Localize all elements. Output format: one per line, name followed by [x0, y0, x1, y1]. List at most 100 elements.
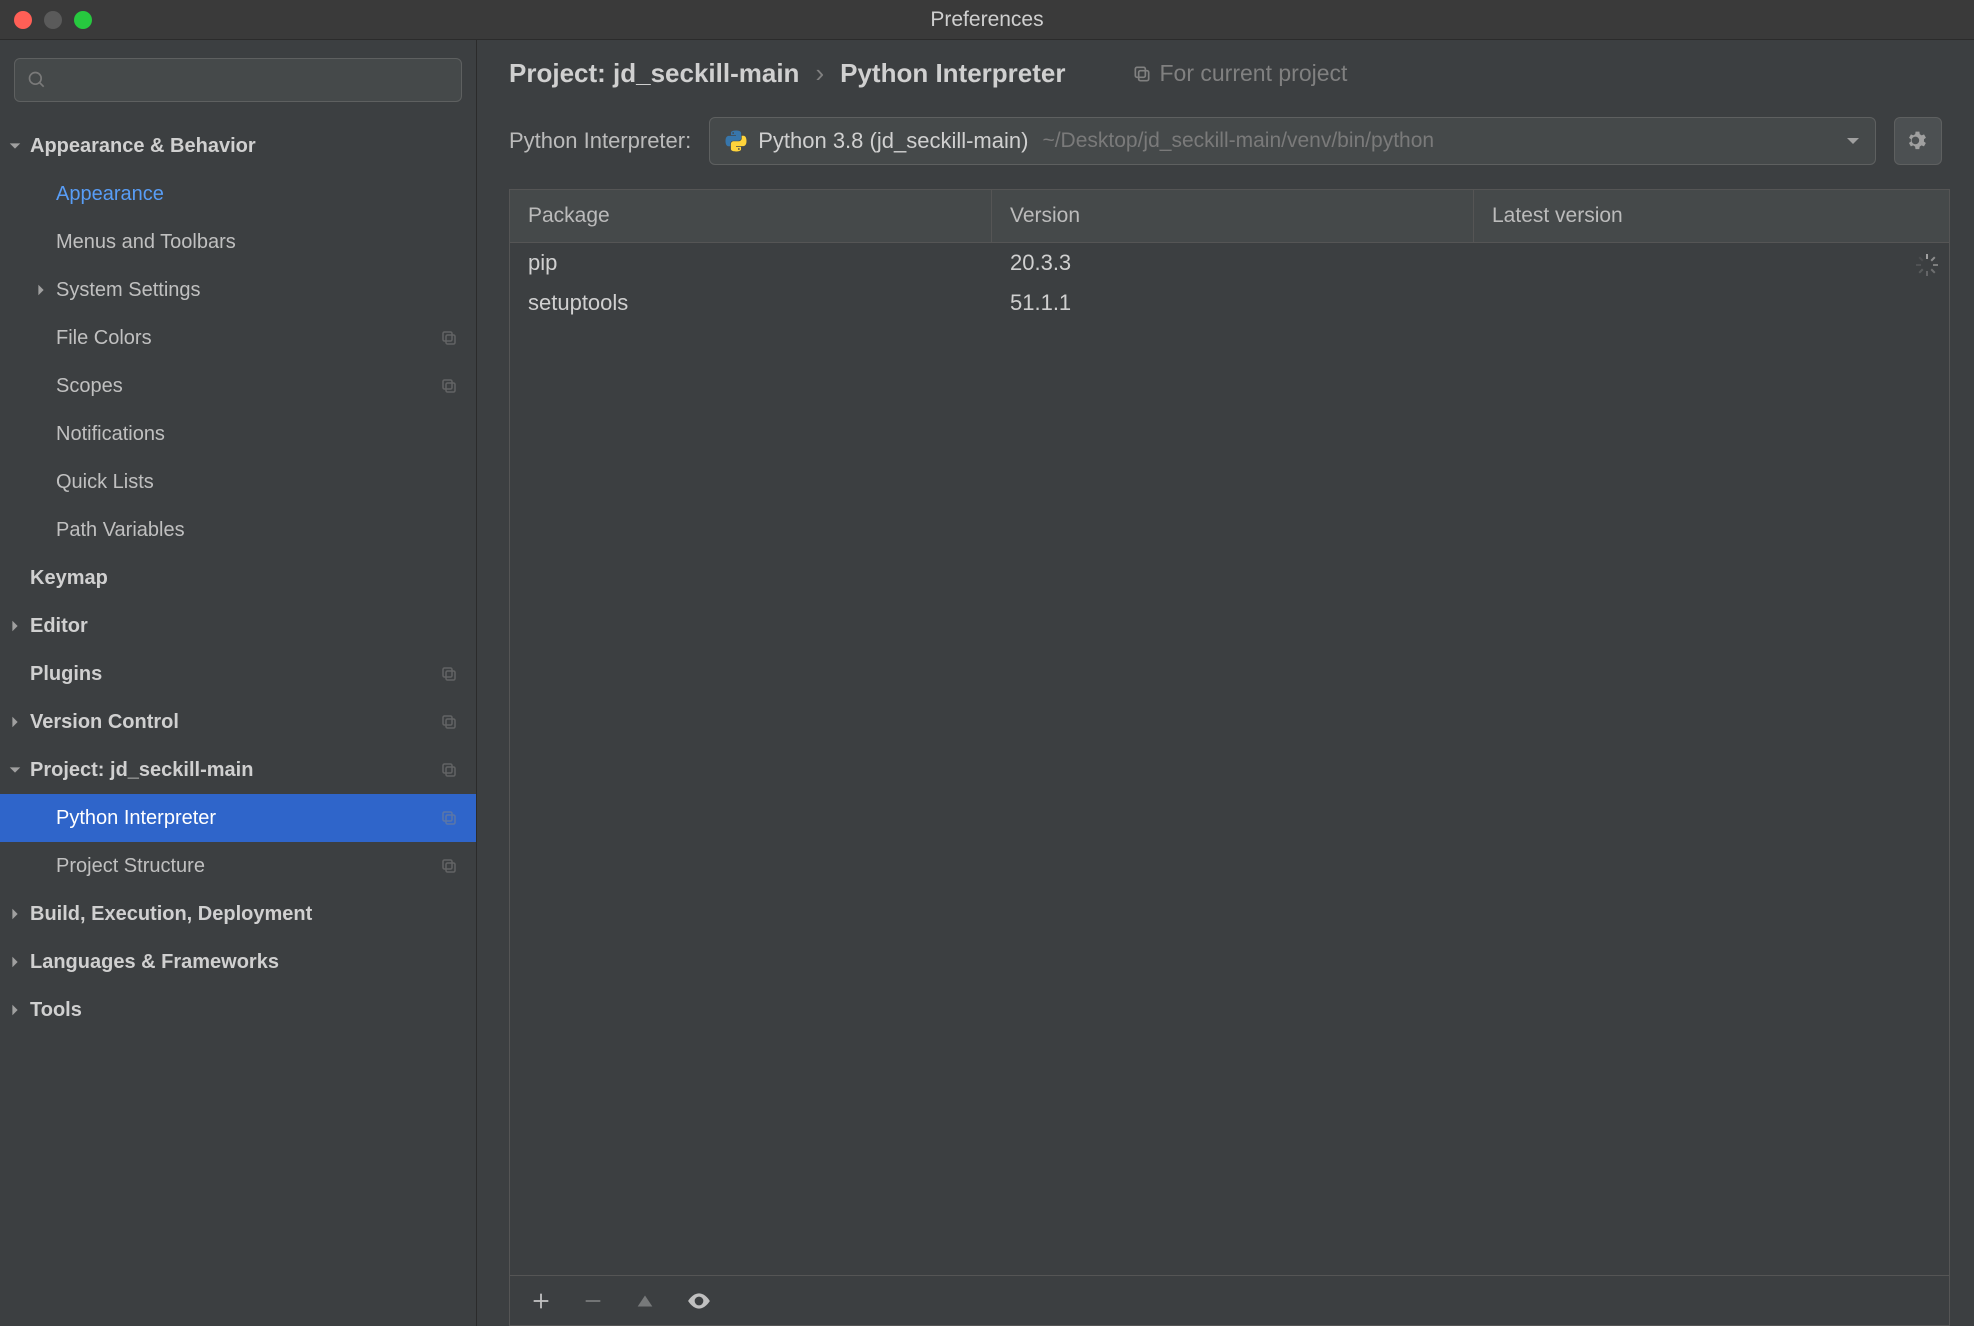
interpreter-dropdown[interactable]: Python 3.8 (jd_seckill-main) ~/Desktop/j… [709, 117, 1876, 165]
sidebar-item-editor[interactable]: Editor [0, 602, 476, 650]
per-project-icon [438, 759, 460, 781]
chevron-down-icon [0, 763, 30, 777]
search-input[interactable] [14, 58, 462, 102]
column-header-version[interactable]: Version [992, 190, 1474, 242]
sidebar-item-label: Appearance [56, 183, 460, 206]
packages-table: Package Version Latest version [509, 189, 1950, 1326]
cell-package: setuptools [510, 290, 992, 316]
window-title: Preferences [930, 8, 1043, 32]
chevron-right-icon [0, 1003, 30, 1017]
table-row[interactable]: pip20.3.3 [510, 243, 1949, 283]
add-package-button[interactable] [530, 1290, 552, 1312]
settings-tree: Appearance & Behavior Appearance Menus and… [0, 120, 476, 1034]
titlebar: Preferences [0, 0, 1974, 40]
sidebar-item-menus-and-toolbars[interactable]: Menus and Toolbars [0, 218, 476, 266]
sidebar-item-label: Version Control [30, 711, 438, 734]
sidebar-item-label: Languages & Frameworks [30, 951, 460, 974]
eye-icon [686, 1288, 712, 1314]
breadcrumb-project: Project: jd_seckill-main [509, 58, 799, 89]
cell-version: 51.1.1 [992, 290, 1474, 316]
show-early-releases-button[interactable] [686, 1288, 712, 1314]
breadcrumb-separator: › [815, 58, 824, 89]
sidebar-item-file-colors[interactable]: File Colors [0, 314, 476, 362]
sidebar-item-label: Project Structure [56, 855, 438, 878]
per-project-icon [438, 327, 460, 349]
sidebar-item-project-structure[interactable]: Project Structure [0, 842, 476, 890]
table-body: pip20.3.3setuptools51.1.1 [510, 243, 1949, 1275]
per-project-icon [438, 711, 460, 733]
sidebar-item-build-execution-deployment[interactable]: Build, Execution, Deployment [0, 890, 476, 938]
chevron-right-icon [26, 283, 56, 297]
minimize-window-button[interactable] [44, 11, 62, 29]
packages-toolbar [510, 1275, 1949, 1325]
close-window-button[interactable] [14, 11, 32, 29]
sidebar-item-label: Plugins [30, 663, 438, 686]
content: Appearance & Behavior Appearance Menus and… [0, 40, 1974, 1326]
chevron-down-icon [1845, 133, 1861, 149]
sidebar-item-languages-frameworks[interactable]: Languages & Frameworks [0, 938, 476, 986]
sidebar-item-label: Project: jd_seckill-main [30, 759, 438, 782]
breadcrumb: Project: jd_seckill-main › Python Interp… [509, 58, 1066, 89]
chevron-right-icon [0, 955, 30, 969]
per-project-icon [438, 663, 460, 685]
upgrade-package-button[interactable] [634, 1290, 656, 1312]
sidebar-item-scopes[interactable]: Scopes [0, 362, 476, 410]
sidebar-item-label: Keymap [30, 567, 460, 590]
sidebar-item-python-interpreter[interactable]: Python Interpreter [0, 794, 476, 842]
interpreter-path: ~/Desktop/jd_seckill-main/venv/bin/pytho… [1042, 129, 1434, 153]
column-header-package[interactable]: Package [510, 190, 992, 242]
search-icon [27, 70, 47, 90]
sidebar-item-label: Path Variables [56, 519, 460, 542]
for-current-project-text: For current project [1160, 60, 1348, 87]
interpreter-label: Python Interpreter: [509, 128, 691, 154]
table-header: Package Version Latest version [510, 190, 1949, 243]
triangle-up-icon [634, 1290, 656, 1312]
minus-icon [582, 1290, 604, 1312]
cell-version: 20.3.3 [992, 250, 1474, 276]
sidebar-item-tools[interactable]: Tools [0, 986, 476, 1034]
breadcrumb-page: Python Interpreter [840, 58, 1065, 89]
settings-sidebar: Appearance & Behavior Appearance Menus and… [0, 40, 477, 1326]
interpreter-name: Python 3.8 (jd_seckill-main) [758, 128, 1028, 154]
sidebar-item-label: Python Interpreter [56, 807, 438, 830]
remove-package-button[interactable] [582, 1290, 604, 1312]
sidebar-item-notifications[interactable]: Notifications [0, 410, 476, 458]
sidebar-item-plugins[interactable]: Plugins [0, 650, 476, 698]
interpreter-settings-button[interactable] [1894, 117, 1942, 165]
sidebar-item-path-variables[interactable]: Path Variables [0, 506, 476, 554]
chevron-right-icon [0, 907, 30, 921]
sidebar-item-label: File Colors [56, 327, 438, 350]
sidebar-item-system-settings[interactable]: System Settings [0, 266, 476, 314]
sidebar-item-quick-lists[interactable]: Quick Lists [0, 458, 476, 506]
python-icon [724, 129, 748, 153]
sidebar-item-label: Editor [30, 615, 460, 638]
sidebar-item-appearance-behavior[interactable]: Appearance & Behavior [0, 122, 476, 170]
cell-package: pip [510, 250, 992, 276]
chevron-right-icon [0, 619, 30, 633]
sidebar-item-label: Build, Execution, Deployment [30, 903, 460, 926]
loading-spinner-icon [1915, 253, 1939, 277]
search-field[interactable] [55, 69, 449, 92]
sidebar-item-label: Tools [30, 999, 460, 1022]
plus-icon [530, 1290, 552, 1312]
chevron-right-icon [0, 715, 30, 729]
sidebar-item-label: Scopes [56, 375, 438, 398]
main-panel: Project: jd_seckill-main › Python Interp… [477, 40, 1974, 1326]
zoom-window-button[interactable] [74, 11, 92, 29]
sidebar-item-keymap[interactable]: Keymap [0, 554, 476, 602]
copy-icon [1132, 64, 1152, 84]
sidebar-item-version-control[interactable]: Version Control [0, 698, 476, 746]
sidebar-item-label: System Settings [56, 279, 460, 302]
traffic-lights [14, 11, 92, 29]
sidebar-item-label: Notifications [56, 423, 460, 446]
breadcrumb-row: Project: jd_seckill-main › Python Interp… [477, 40, 1974, 99]
for-current-project-label: For current project [1132, 60, 1348, 87]
column-header-latest[interactable]: Latest version [1474, 190, 1949, 242]
chevron-down-icon [0, 139, 30, 153]
sidebar-item-project-jd-seckill-main[interactable]: Project: jd_seckill-main [0, 746, 476, 794]
per-project-icon [438, 807, 460, 829]
table-row[interactable]: setuptools51.1.1 [510, 283, 1949, 323]
sidebar-item-label: Menus and Toolbars [56, 231, 460, 254]
sidebar-item-appearance[interactable]: Appearance [0, 170, 476, 218]
sidebar-item-label: Appearance & Behavior [30, 135, 460, 158]
